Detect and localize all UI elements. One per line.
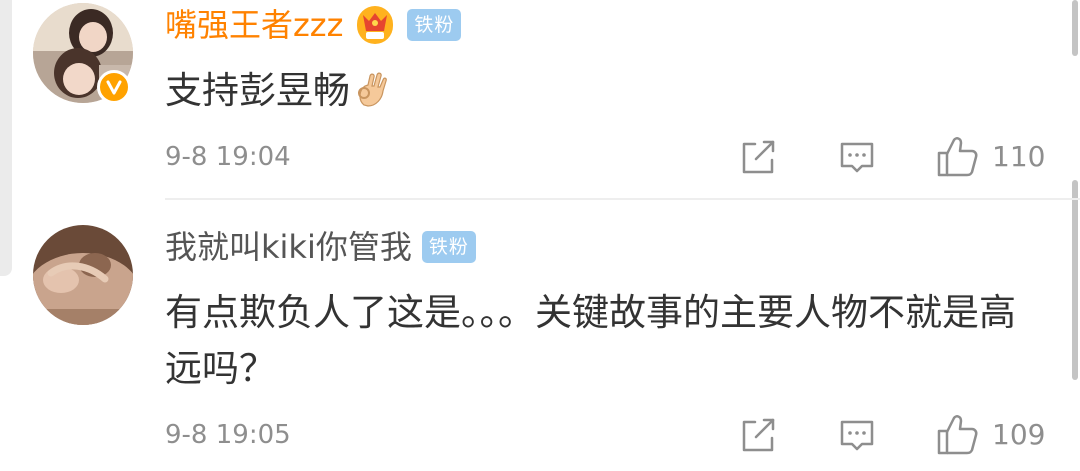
comment-actions: 9-8 19:04 110 — [165, 132, 1055, 182]
like-icon — [937, 137, 978, 177]
avatar-image — [33, 225, 133, 325]
crown-icon — [357, 6, 394, 44]
comment-body: 支持彭昱畅 — [165, 69, 350, 112]
avatar[interactable] — [33, 225, 133, 325]
share-icon — [742, 140, 775, 174]
ok-hand-icon — [358, 72, 387, 107]
fan-badge: 铁粉 — [421, 231, 476, 263]
comment-actions: 9-8 19:05 109 — [165, 410, 1055, 460]
reply-button[interactable] — [837, 137, 877, 177]
comment-header: 嘴强王者zzz 铁粉 — [165, 0, 462, 50]
share-button[interactable] — [738, 137, 778, 177]
like-button[interactable]: 110 — [935, 137, 1045, 177]
timestamp: 9-8 19:04 — [165, 142, 291, 172]
timestamp: 9-8 19:05 — [165, 420, 291, 450]
comment-text: 有点欺负人了这是。。。关键故事的主要人物不就是高远吗？ — [165, 285, 1035, 397]
comment-item: 嘴强王者zzz 铁粉 支持彭昱畅 9-8 19:04 110 — [0, 0, 1080, 198]
comment-list: 嘴强王者zzz 铁粉 支持彭昱畅 9-8 19:04 110 我就叫kiki你管… — [0, 0, 1080, 471]
reply-icon — [840, 142, 874, 173]
like-count: 110 — [992, 140, 1046, 173]
fan-badge: 铁粉 — [407, 9, 462, 41]
share-button[interactable] — [738, 415, 778, 455]
username[interactable]: 我就叫kiki你管我 — [165, 227, 412, 267]
like-count: 109 — [992, 418, 1046, 451]
like-button[interactable]: 109 — [935, 415, 1045, 455]
reply-icon — [840, 420, 874, 451]
comment-item: 我就叫kiki你管我 铁粉 有点欺负人了这是。。。关键故事的主要人物不就是高远吗… — [0, 200, 1080, 471]
like-icon — [937, 415, 978, 455]
username[interactable]: 嘴强王者zzz — [165, 5, 343, 45]
comment-header: 我就叫kiki你管我 铁粉 — [165, 222, 476, 272]
comment-text: 支持彭昱畅 — [165, 63, 1035, 119]
share-icon — [742, 418, 775, 452]
comment-body: 有点欺负人了这是。。。关键故事的主要人物不就是高远吗？ — [165, 291, 1016, 390]
reply-button[interactable] — [837, 415, 877, 455]
verified-badge-icon — [97, 70, 131, 104]
